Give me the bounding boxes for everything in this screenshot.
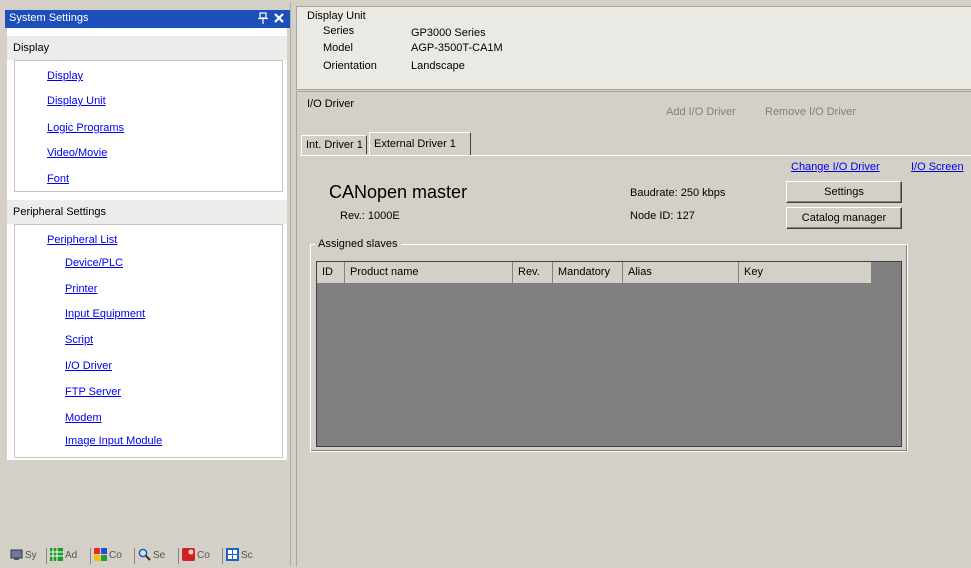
tab-label: External Driver 1 bbox=[374, 138, 456, 150]
bottom-tab-address[interactable]: Ad bbox=[50, 548, 91, 564]
peripheral-section-header[interactable]: Peripheral Settings bbox=[7, 200, 287, 224]
nav-ftp-server[interactable]: FTP Server bbox=[65, 386, 121, 400]
nav-peripheral-list[interactable]: Peripheral List bbox=[47, 234, 117, 248]
search-icon bbox=[138, 548, 151, 561]
external-driver-panel: Change I/O Driver I/O Screen CANopen mas… bbox=[300, 155, 971, 568]
nav-font[interactable]: Font bbox=[47, 173, 69, 187]
bottom-tab-system-settings[interactable]: Sy bbox=[10, 548, 47, 564]
bottom-tab-label: Sy bbox=[25, 550, 37, 561]
tab-int-driver-1[interactable]: Int. Driver 1 bbox=[301, 135, 367, 154]
nav-io-driver[interactable]: I/O Driver bbox=[65, 360, 112, 374]
io-driver-section: I/O Driver Add I/O Driver Remove I/O Dri… bbox=[296, 91, 971, 568]
node-id-value: Node ID: 127 bbox=[630, 210, 695, 222]
bottom-tab-common-settings[interactable]: Co bbox=[94, 548, 135, 564]
bottom-tab-label: Sc bbox=[241, 550, 253, 561]
color-icon bbox=[182, 548, 195, 561]
remove-io-driver-button[interactable]: Remove I/O Driver bbox=[765, 106, 856, 118]
driver-name: CANopen master bbox=[329, 182, 468, 202]
table-header: ID Product name Rev. Mandatory Alias Key bbox=[317, 262, 871, 283]
column-header-id[interactable]: ID bbox=[317, 262, 345, 283]
nav-modem[interactable]: Modem bbox=[65, 412, 102, 426]
tab-external-driver-1[interactable]: External Driver 1 bbox=[369, 132, 471, 155]
system-settings-panel: System Settings Display Display Display … bbox=[2, 2, 291, 566]
address-icon bbox=[50, 548, 63, 561]
pin-icon[interactable] bbox=[258, 12, 268, 24]
display-unit-title: Display Unit bbox=[307, 10, 366, 22]
tab-label: Int. Driver 1 bbox=[306, 139, 363, 151]
panel-title: System Settings bbox=[9, 12, 89, 24]
nav-printer[interactable]: Printer bbox=[65, 283, 97, 297]
peripheral-section-box: Peripheral List Device/PLC Printer Input… bbox=[14, 224, 283, 458]
nav-display-unit[interactable]: Display Unit bbox=[47, 95, 106, 109]
bottom-tab-label: Ad bbox=[65, 550, 78, 561]
series-value: GP3000 Series bbox=[411, 27, 486, 39]
bottom-tab-label: Se bbox=[153, 550, 166, 561]
column-header-alias[interactable]: Alias bbox=[623, 262, 739, 283]
nav-display[interactable]: Display bbox=[47, 70, 83, 84]
nav-device-plc[interactable]: Device/PLC bbox=[65, 257, 123, 271]
main-area: Display Unit Series GP3000 Series Model … bbox=[294, 0, 971, 568]
model-value: AGP-3500T-CA1M bbox=[411, 42, 503, 54]
close-icon[interactable] bbox=[273, 11, 285, 25]
nav-logic-programs[interactable]: Logic Programs bbox=[47, 122, 124, 136]
baudrate-value: Baudrate: 250 kbps bbox=[630, 187, 726, 199]
catalog-manager-button[interactable]: Catalog manager bbox=[786, 207, 902, 229]
bottom-tab-search[interactable]: Se bbox=[138, 548, 179, 564]
assigned-slaves-group: Assigned slaves ID Product name Rev. Man… bbox=[310, 238, 908, 452]
driver-revision: Rev.: 1000E bbox=[340, 210, 400, 222]
nav-image-input-module[interactable]: Image Input Module bbox=[65, 435, 162, 449]
add-io-driver-button[interactable]: Add I/O Driver bbox=[666, 106, 736, 118]
column-header-product-name[interactable]: Product name bbox=[345, 262, 513, 283]
orientation-value: Landscape bbox=[411, 60, 465, 72]
panel-titlebar: System Settings bbox=[5, 10, 290, 28]
io-screen-link[interactable]: I/O Screen bbox=[911, 161, 964, 173]
display-section-header[interactable]: Display bbox=[7, 36, 287, 60]
column-header-rev[interactable]: Rev. bbox=[513, 262, 553, 283]
panel-body: Display Display Display Unit Logic Progr… bbox=[7, 28, 287, 460]
model-label: Model bbox=[323, 42, 353, 54]
nav-input-equipment[interactable]: Input Equipment bbox=[65, 308, 145, 322]
bottom-tab-label: Co bbox=[109, 550, 122, 561]
change-io-driver-link[interactable]: Change I/O Driver bbox=[791, 161, 880, 173]
nav-video-movie[interactable]: Video/Movie bbox=[47, 147, 107, 161]
display-unit-info: Display Unit Series GP3000 Series Model … bbox=[296, 6, 971, 90]
peripheral-section-label: Peripheral Settings bbox=[13, 206, 106, 218]
orientation-label: Orientation bbox=[323, 60, 377, 72]
assigned-slaves-label: Assigned slaves bbox=[315, 238, 401, 250]
column-header-mandatory[interactable]: Mandatory bbox=[553, 262, 623, 283]
column-header-key[interactable]: Key bbox=[739, 262, 871, 283]
system-settings-icon bbox=[10, 549, 23, 560]
screen-list-icon bbox=[226, 548, 239, 561]
bottom-tab-strip: Sy Ad Co Se Co Sc bbox=[8, 546, 288, 566]
nav-script[interactable]: Script bbox=[65, 334, 93, 348]
io-driver-title: I/O Driver bbox=[307, 98, 355, 110]
common-settings-icon bbox=[94, 548, 107, 561]
display-section-label: Display bbox=[13, 42, 50, 54]
bottom-tab-label: Co bbox=[197, 550, 210, 561]
bottom-tab-screen-list[interactable]: Sc bbox=[226, 548, 266, 564]
display-section-box: Display Display Unit Logic Programs Vide… bbox=[14, 60, 283, 192]
bottom-tab-color[interactable]: Co bbox=[182, 548, 223, 564]
series-label: Series bbox=[323, 25, 355, 37]
assigned-slaves-table[interactable]: ID Product name Rev. Mandatory Alias Key bbox=[316, 261, 902, 447]
settings-button[interactable]: Settings bbox=[786, 181, 902, 203]
